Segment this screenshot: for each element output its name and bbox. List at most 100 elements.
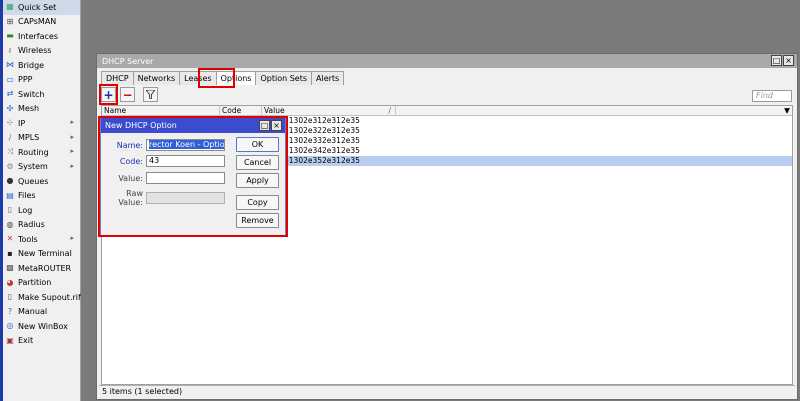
sidebar-item-bridge[interactable]: ⋈ Bridge: [3, 58, 80, 73]
sidebar-item-label: IP: [18, 118, 26, 128]
sidebar-item-new-winbox[interactable]: ◎ New WinBox: [3, 319, 80, 334]
tab-option-sets[interactable]: Option Sets: [255, 71, 312, 85]
sidebar-item-label: Radius: [18, 220, 45, 230]
code-field[interactable]: 43: [146, 155, 225, 167]
cancel-button[interactable]: Cancel: [236, 155, 279, 170]
sidebar-item-label: Bridge: [18, 60, 45, 70]
apply-button[interactable]: Apply: [236, 173, 279, 188]
new-dhcp-option-dialog: New DHCP Option □ × Name: rector Koen - …: [100, 117, 286, 237]
submenu-arrow-icon: ▸: [70, 147, 74, 155]
sidebar-item-ppp[interactable]: ▭ PPP: [3, 73, 80, 88]
name-field[interactable]: rector Koen - Option43: [146, 139, 225, 151]
find-input[interactable]: Find: [752, 90, 792, 102]
partition-icon: ◕: [6, 277, 14, 287]
sidebar-item-label: Tools: [18, 234, 38, 244]
sidebar-item-routing[interactable]: ⤨ Routing ▸: [3, 145, 80, 160]
window-titlebar[interactable]: DHCP Server □ ×: [97, 54, 797, 68]
tab-bar: DHCP Networks Leases Options Option Sets…: [101, 71, 345, 85]
sidebar-item-interfaces[interactable]: ▬ Interfaces: [3, 29, 80, 44]
remove-button[interactable]: −: [120, 87, 135, 102]
system-icon: ⚙: [6, 161, 14, 171]
sidebar-item-ip[interactable]: ⊹ IP ▸: [3, 116, 80, 131]
code-row: Code: 43: [105, 155, 225, 167]
sidebar-item-mpls[interactable]: ∕ MPLS ▸: [3, 131, 80, 146]
value-field[interactable]: [146, 172, 225, 184]
ok-button[interactable]: OK: [236, 137, 279, 152]
submenu-arrow-icon: ▸: [70, 118, 74, 126]
queues-icon: ●: [6, 176, 14, 186]
column-header-name[interactable]: Name: [102, 106, 220, 115]
sidebar-item-label: System: [18, 162, 48, 172]
sidebar-item-label: MPLS: [18, 133, 40, 143]
column-header-code[interactable]: Code: [220, 106, 262, 115]
copy-button[interactable]: Copy: [236, 195, 279, 210]
sidebar-item-log[interactable]: ▯ Log: [3, 203, 80, 218]
name-value: rector Koen - Option43: [149, 140, 224, 149]
ip-icon: ⊹: [6, 118, 14, 128]
sidebar-item-metarouter[interactable]: ▩ MetaROUTER: [3, 261, 80, 276]
sidebar-item-manual[interactable]: ? Manual: [3, 305, 80, 320]
sidebar-item-label: Interfaces: [18, 31, 58, 41]
sidebar-item-switch[interactable]: ⇄ Switch: [3, 87, 80, 102]
sidebar-item-tools[interactable]: ✕ Tools ▸: [3, 232, 80, 247]
sidebar-item-label: Quick Set: [18, 2, 57, 12]
sidebar-item-label: Make Supout.rif: [18, 292, 81, 302]
sidebar-item-label: CAPsMAN: [18, 17, 57, 27]
sidebar-item-quick-set[interactable]: ▦ Quick Set: [3, 0, 80, 15]
status-bar: 5 items (1 selected): [99, 385, 795, 397]
mesh-icon: ✣: [6, 103, 14, 113]
remove-button[interactable]: Remove: [236, 213, 279, 228]
tab-options[interactable]: Options: [215, 71, 257, 85]
close-icon[interactable]: ×: [271, 120, 282, 131]
sidebar-item-partition[interactable]: ◕ Partition: [3, 276, 80, 291]
tab-alerts[interactable]: Alerts: [311, 71, 345, 85]
tab-networks[interactable]: Networks: [132, 71, 181, 85]
files-icon: ▤: [6, 190, 14, 200]
sidebar-item-queues[interactable]: ● Queues: [3, 174, 80, 189]
sidebar-item-label: Mesh: [18, 104, 40, 114]
routing-icon: ⤨: [6, 147, 14, 157]
log-icon: ▯: [7, 205, 13, 215]
sidebar-item-system[interactable]: ⚙ System ▸: [3, 160, 80, 175]
sidebar-item-capsman[interactable]: ⊞ CAPsMAN: [3, 15, 80, 30]
name-row: Name: rector Koen - Option43: [105, 139, 225, 151]
manual-icon: ?: [7, 306, 13, 316]
interfaces-icon: ▬: [6, 31, 14, 41]
filter-button[interactable]: [143, 87, 158, 102]
metarouter-icon: ▩: [6, 263, 14, 273]
sidebar-item-label: Manual: [18, 307, 48, 317]
sidebar-item-label: PPP: [18, 75, 33, 85]
maximize-icon[interactable]: □: [259, 120, 270, 131]
switch-icon: ⇄: [6, 89, 14, 99]
tab-leases[interactable]: Leases: [179, 71, 217, 85]
code-label: Code:: [119, 156, 143, 166]
columns-dropdown-icon[interactable]: ▼: [782, 106, 792, 115]
sidebar-item-label: Files: [18, 191, 36, 201]
bridge-icon: ⋈: [6, 60, 14, 70]
maximize-icon[interactable]: □: [771, 55, 782, 66]
capsman-icon: ⊞: [6, 16, 14, 26]
submenu-arrow-icon: ▸: [70, 132, 74, 141]
column-header-value[interactable]: Value /: [262, 106, 396, 115]
sidebar-item-mesh[interactable]: ✣ Mesh: [3, 102, 80, 117]
column-header-value-label: Value: [264, 106, 285, 115]
sidebar-item-make-supout-rif[interactable]: ▯ Make Supout.rif: [3, 290, 81, 305]
sort-icon: /: [388, 106, 391, 115]
mpls-icon: ∕: [8, 132, 12, 142]
submenu-arrow-icon: ▸: [70, 234, 74, 242]
sidebar-item-wireless[interactable]: ≀ Wireless: [3, 44, 80, 59]
dialog-titlebar[interactable]: New DHCP Option □ ×: [101, 118, 285, 133]
dialog-title: New DHCP Option: [105, 121, 177, 130]
sidebar-item-label: Switch: [18, 89, 45, 99]
add-button[interactable]: +: [101, 87, 116, 102]
sidebar-item-radius[interactable]: ◍ Radius: [3, 218, 80, 233]
sidebar-item-files[interactable]: ▤ Files: [3, 189, 80, 204]
sidebar-item-label: MetaROUTER: [18, 263, 72, 273]
tab-dhcp[interactable]: DHCP: [101, 71, 134, 85]
tools-icon: ✕: [6, 234, 14, 244]
sidebar-item-exit[interactable]: ▣ Exit: [3, 334, 80, 349]
close-icon[interactable]: ×: [783, 55, 794, 66]
terminal-icon: ▪: [7, 248, 13, 258]
raw-value-field: [146, 192, 225, 204]
sidebar-item-new-terminal[interactable]: ▪ New Terminal: [3, 247, 80, 262]
